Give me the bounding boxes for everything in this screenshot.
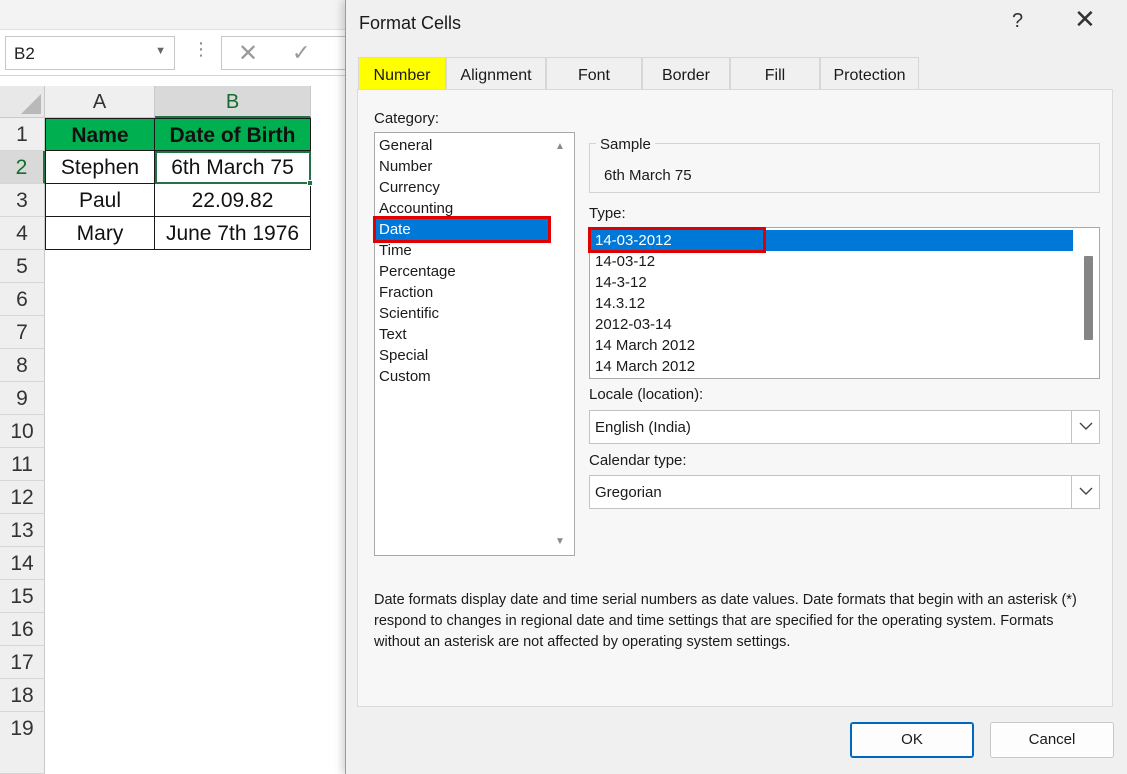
tab-fill[interactable]: Fill bbox=[730, 57, 820, 90]
scroll-down-icon[interactable]: ▼ bbox=[555, 536, 565, 547]
row-header[interactable]: 11 bbox=[0, 448, 45, 481]
number-tab-panel: Category: General Number Currency Accoun… bbox=[357, 89, 1113, 707]
row-header[interactable]: 7 bbox=[0, 316, 45, 349]
type-list-scrollbar[interactable] bbox=[1084, 256, 1093, 340]
category-label: Category: bbox=[374, 110, 440, 127]
cancel-entry-icon[interactable]: ✕ bbox=[238, 39, 258, 68]
row-header[interactable]: 3 bbox=[0, 184, 45, 217]
type-item[interactable]: 2012-03-14 bbox=[591, 314, 1073, 335]
row-header[interactable]: 4 bbox=[0, 217, 45, 250]
chevron-down-icon[interactable]: ▼ bbox=[155, 45, 166, 57]
type-item[interactable]: 14-3-12 bbox=[591, 272, 1073, 293]
excel-window: B2 ▼ ⋮ ✕ ✓ A B 1 2 3 4 5 6 7 8 9 10 11 1… bbox=[0, 0, 356, 774]
row-header[interactable]: 12 bbox=[0, 481, 45, 514]
row-header[interactable]: 15 bbox=[0, 580, 45, 613]
category-item[interactable]: Percentage bbox=[376, 261, 548, 282]
help-icon[interactable]: ? bbox=[1012, 10, 1023, 33]
row-header[interactable]: 16 bbox=[0, 613, 45, 646]
close-icon[interactable]: ✕ bbox=[1074, 6, 1096, 32]
calendar-value: Gregorian bbox=[595, 484, 662, 501]
row-header[interactable]: 13 bbox=[0, 514, 45, 547]
cell-b2[interactable]: 6th March 75 bbox=[155, 151, 311, 184]
cancel-button[interactable]: Cancel bbox=[990, 722, 1114, 758]
category-item[interactable]: Currency bbox=[376, 177, 548, 198]
cell-b3[interactable]: 22.09.82 bbox=[155, 184, 311, 217]
ok-button[interactable]: OK bbox=[850, 722, 974, 758]
cell-a4[interactable]: Mary bbox=[45, 217, 155, 250]
annotation-highlight-box bbox=[588, 227, 766, 253]
annotation-highlight-box bbox=[373, 216, 551, 243]
sheet-grid: A B 1 2 3 4 5 6 7 8 9 10 11 12 13 14 15 … bbox=[0, 86, 350, 774]
tab-number[interactable]: Number bbox=[358, 57, 446, 90]
type-item[interactable]: 14 March 2012 bbox=[591, 335, 1073, 356]
row-header[interactable]: 2 bbox=[0, 151, 45, 184]
calendar-dropdown-button[interactable] bbox=[1071, 476, 1099, 508]
row-header[interactable]: 10 bbox=[0, 415, 45, 448]
dialog-title: Format Cells bbox=[359, 13, 462, 33]
category-item[interactable]: Number bbox=[376, 156, 548, 177]
sample-label: Sample bbox=[596, 136, 655, 153]
cell-a2[interactable]: Stephen bbox=[45, 151, 155, 184]
category-item[interactable]: Time bbox=[376, 240, 548, 261]
row-header[interactable]: 18 bbox=[0, 679, 45, 712]
category-item[interactable]: Special bbox=[376, 345, 548, 366]
type-item[interactable]: 14.3.12 bbox=[591, 293, 1073, 314]
cell-b1[interactable]: Date of Birth bbox=[155, 118, 311, 151]
chevron-down-icon bbox=[1079, 422, 1093, 430]
fill-handle[interactable] bbox=[307, 180, 313, 186]
row-header[interactable]: 5 bbox=[0, 250, 45, 283]
category-item[interactable]: Text bbox=[376, 324, 548, 345]
tab-strip: Number Alignment Font Border Fill Protec… bbox=[357, 57, 1117, 90]
locale-value: English (India) bbox=[595, 419, 691, 436]
row-header[interactable]: 1 bbox=[0, 118, 45, 151]
name-box-value: B2 bbox=[14, 44, 35, 63]
row-header[interactable]: 6 bbox=[0, 283, 45, 316]
category-item[interactable]: General bbox=[376, 135, 548, 156]
vertical-dots-icon: ⋮ bbox=[192, 39, 210, 59]
ribbon-strip bbox=[0, 0, 350, 30]
calendar-select[interactable]: Gregorian bbox=[589, 475, 1100, 509]
column-header-a[interactable]: A bbox=[45, 86, 155, 118]
column-header-b[interactable]: B bbox=[155, 86, 311, 118]
tab-font[interactable]: Font bbox=[546, 57, 642, 90]
name-box[interactable]: B2 ▼ bbox=[5, 36, 175, 70]
chevron-down-icon bbox=[1079, 487, 1093, 495]
category-list[interactable]: General Number Currency Accounting Date … bbox=[374, 132, 575, 556]
locale-select[interactable]: English (India) bbox=[589, 410, 1100, 444]
type-item[interactable]: 14 March 2012 bbox=[591, 356, 1073, 377]
format-description: Date formats display date and time seria… bbox=[374, 592, 1077, 650]
locale-dropdown-button[interactable] bbox=[1071, 411, 1099, 443]
row-header[interactable]: 8 bbox=[0, 349, 45, 382]
type-label: Type: bbox=[589, 205, 626, 222]
row-header[interactable]: 14 bbox=[0, 547, 45, 580]
row-header[interactable]: 19 bbox=[0, 712, 45, 774]
locale-label: Locale (location): bbox=[589, 386, 704, 403]
cell-b4[interactable]: June 7th 1976 bbox=[155, 217, 311, 250]
category-item[interactable]: Fraction bbox=[376, 282, 548, 303]
calendar-label: Calendar type: bbox=[589, 452, 687, 469]
format-cells-dialog: Format Cells ? ✕ Number Alignment Font B… bbox=[345, 0, 1127, 774]
tab-border[interactable]: Border bbox=[642, 57, 730, 90]
category-item[interactable]: Scientific bbox=[376, 303, 548, 324]
type-item[interactable]: 14-03-12 bbox=[591, 251, 1073, 272]
sample-value: 6th March 75 bbox=[604, 167, 692, 184]
row-header[interactable]: 9 bbox=[0, 382, 45, 415]
select-all-triangle-icon bbox=[21, 94, 41, 114]
select-all-corner[interactable] bbox=[0, 86, 45, 118]
confirm-entry-icon[interactable]: ✓ bbox=[292, 40, 310, 66]
cell-a3[interactable]: Paul bbox=[45, 184, 155, 217]
tab-protection[interactable]: Protection bbox=[820, 57, 919, 90]
formula-buttons: ✕ ✓ bbox=[221, 36, 356, 70]
tab-alignment[interactable]: Alignment bbox=[446, 57, 546, 90]
category-item[interactable]: Custom bbox=[376, 366, 548, 387]
scroll-up-icon[interactable]: ▲ bbox=[555, 141, 565, 152]
cell-a1[interactable]: Name bbox=[45, 118, 155, 151]
row-header[interactable]: 17 bbox=[0, 646, 45, 679]
formula-bar: B2 ▼ ⋮ ✕ ✓ bbox=[0, 30, 356, 76]
